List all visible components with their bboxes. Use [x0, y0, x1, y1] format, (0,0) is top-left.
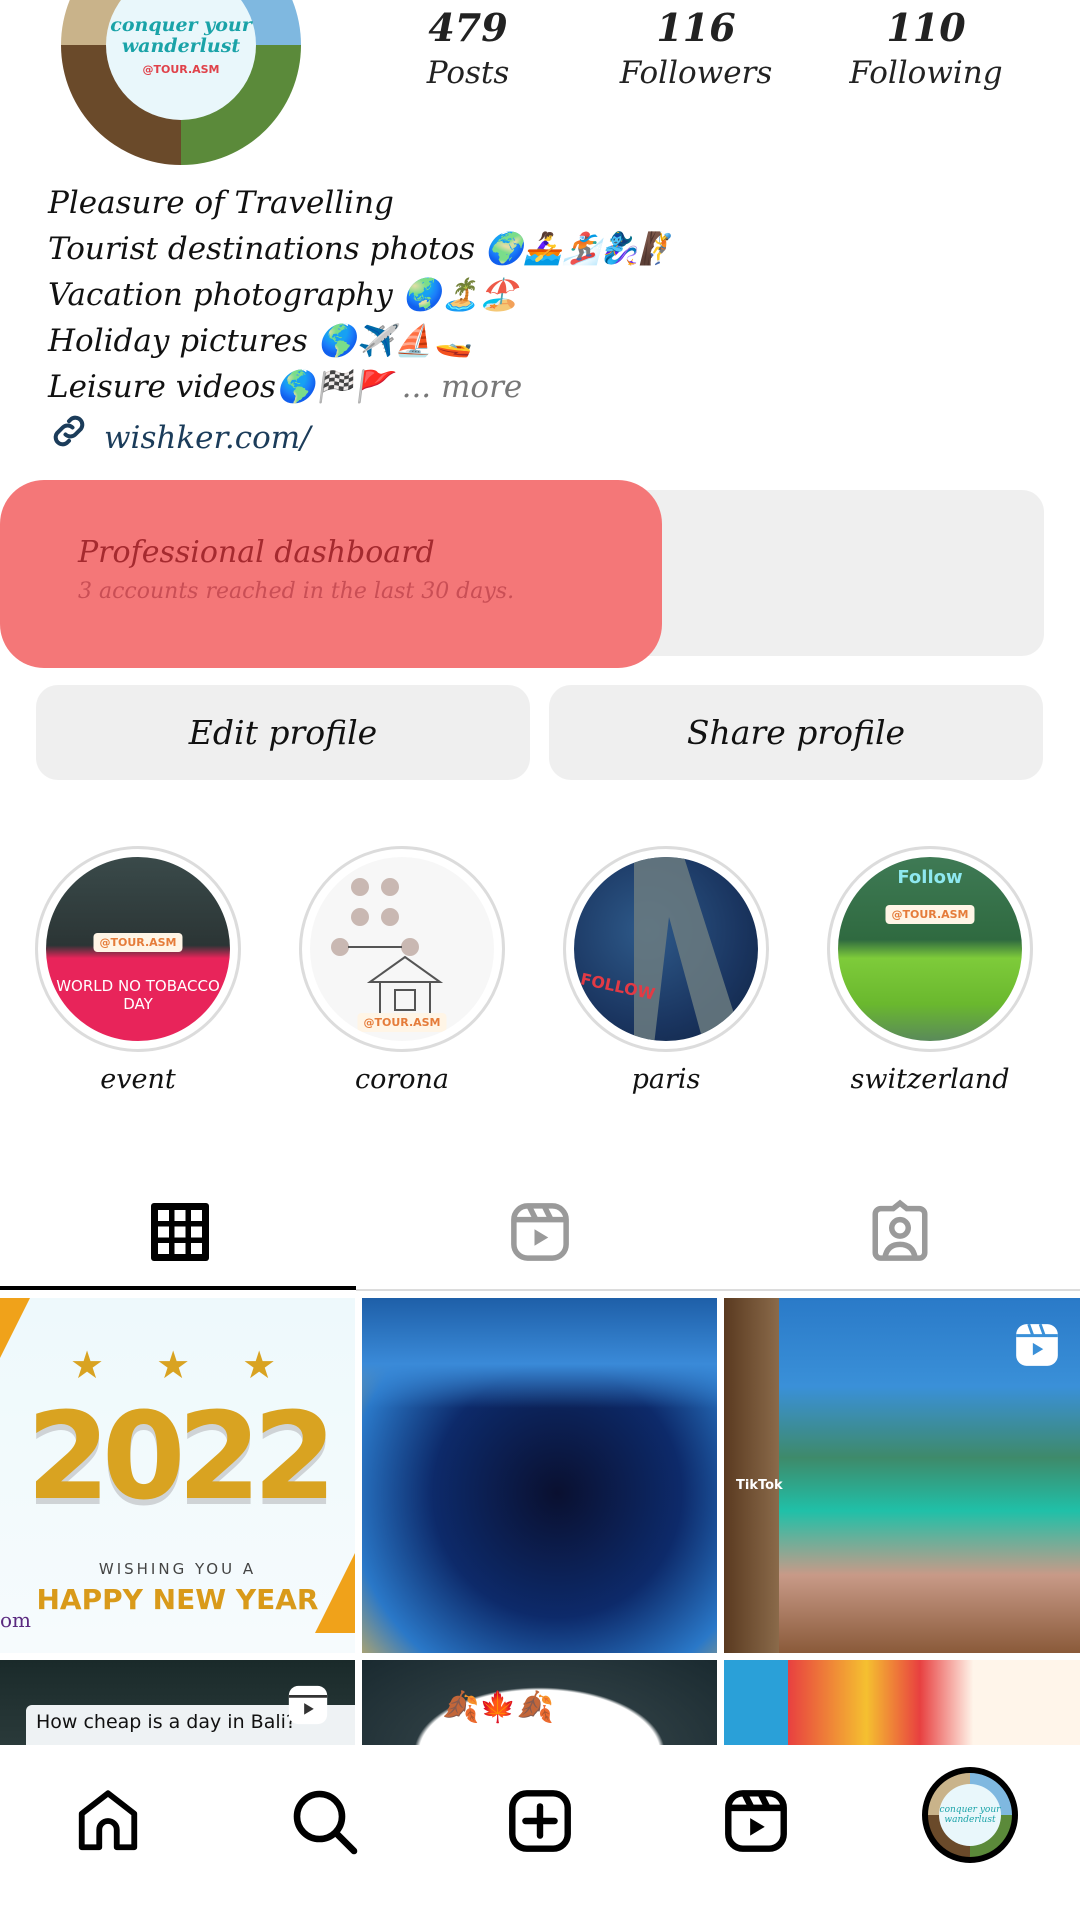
- highlight-badge: @TOUR.ASM: [93, 933, 183, 952]
- highlight-caption: WORLD NO TOBACCO DAY: [56, 977, 220, 1013]
- highlight-cover: Follow @TOUR.ASM: [838, 857, 1022, 1041]
- profile-bio: Pleasure of Travelling Tourist destinati…: [48, 180, 1048, 465]
- grid-post[interactable]: [724, 1660, 1080, 1745]
- grid-icon: [149, 1201, 211, 1267]
- bio-line: Holiday pictures 🌎✈️⛵🚤: [48, 318, 1048, 364]
- post-year-text: 2022: [26, 1388, 337, 1527]
- highlight-corona[interactable]: @TOUR.ASM corona: [297, 846, 507, 1095]
- tab-divider: [356, 1289, 1080, 1291]
- following-label: Following: [849, 55, 1003, 91]
- highlight-ring: @TOUR.ASM: [299, 846, 505, 1052]
- bio-line: Leisure videos🌎🏁🚩 ... more: [48, 364, 1048, 410]
- nav-profile[interactable]: conquer your wanderlust: [922, 1767, 1018, 1863]
- bio-text: Vacation photography: [48, 277, 403, 313]
- posts-label: Posts: [426, 55, 510, 91]
- highlight-cover: @TOUR.ASM: [310, 857, 494, 1041]
- stat-posts[interactable]: 479 Posts: [358, 4, 578, 94]
- post-subtitle: WISHING YOU A: [98, 1560, 257, 1578]
- following-count: 110: [886, 5, 966, 50]
- bio-text: Holiday pictures: [48, 323, 318, 359]
- bio-emoji: 🌍🚣‍♀️🏂🧞‍♀️🧗: [484, 231, 678, 267]
- highlight-cover: @TOUR.ASM WORLD NO TOBACCO DAY: [46, 857, 230, 1041]
- link-text[interactable]: wishker.com/: [104, 415, 311, 461]
- home-icon: [73, 1785, 143, 1861]
- grid-post[interactable]: How cheap is a day in Bali?: [0, 1660, 355, 1745]
- bio-line: Tourist destinations photos 🌍🚣‍♀️🏂🧞‍♀️🧗: [48, 226, 1048, 272]
- bio-text: Leisure videos: [48, 369, 276, 405]
- highlight-ring: FOLLOW: [563, 846, 769, 1052]
- search-icon: [288, 1785, 360, 1861]
- share-profile-button[interactable]: Share profile: [549, 685, 1043, 780]
- edit-profile-button[interactable]: Edit profile: [36, 685, 530, 780]
- dashboard-subtitle: 3 accounts reached in the last 30 days.: [78, 579, 515, 604]
- highlight-paris[interactable]: FOLLOW paris: [561, 846, 771, 1095]
- tab-tagged[interactable]: [720, 1180, 1080, 1288]
- more-link[interactable]: ... more: [402, 369, 523, 405]
- highlight-ring: Follow @TOUR.ASM: [827, 846, 1033, 1052]
- highlight-cover: FOLLOW: [574, 857, 758, 1041]
- highlight-label: event: [100, 1064, 176, 1095]
- followers-count: 116: [656, 5, 736, 50]
- grid-post[interactable]: 🍂🍁🍂: [362, 1660, 717, 1745]
- tab-posts-grid[interactable]: [0, 1180, 360, 1288]
- nav-reels[interactable]: [706, 1773, 806, 1873]
- post-overlay-text: TikTok: [736, 1478, 783, 1493]
- avatar-tag: @TOUR.ASM: [142, 62, 220, 76]
- link-icon: [48, 410, 90, 465]
- highlight-caption: Follow: [897, 867, 963, 888]
- bio-text: Tourist destinations photos: [48, 231, 485, 267]
- followers-label: Followers: [619, 55, 773, 91]
- profile-avatar-small: conquer your wanderlust: [939, 1784, 1001, 1846]
- dashboard-title: Professional dashboard: [78, 535, 435, 570]
- tagged-person-icon: [867, 1199, 933, 1269]
- active-tab-indicator: [0, 1286, 356, 1290]
- grid-post[interactable]: TikTok: [724, 1298, 1080, 1653]
- reels-icon: [721, 1786, 791, 1860]
- highlight-badge: @TOUR.ASM: [885, 905, 975, 924]
- nav-create[interactable]: [490, 1773, 590, 1873]
- highlight-label: paris: [631, 1064, 701, 1095]
- reel-badge-icon: [285, 1682, 331, 1732]
- avatar-text: conquer your wanderlust: [110, 13, 252, 57]
- nav-home[interactable]: [58, 1773, 158, 1873]
- highlight-badge: @TOUR.ASM: [357, 1013, 447, 1032]
- post-title: HAPPY NEW YEAR: [36, 1583, 319, 1616]
- grid-post[interactable]: ★★★ 2022 WISHING YOU A HAPPY NEW YEAR om: [0, 1298, 355, 1653]
- highlight-event[interactable]: @TOUR.ASM WORLD NO TOBACCO DAY event: [33, 846, 243, 1095]
- bio-text: Pleasure of Travelling: [48, 185, 394, 221]
- skyline: [362, 1298, 717, 1408]
- avatar-badge: conquer your wanderlust @TOUR.ASM: [106, 0, 256, 120]
- stat-following[interactable]: 110 Following: [816, 4, 1036, 94]
- professional-dashboard-text[interactable]: Professional dashboard 3 accounts reache…: [78, 532, 514, 610]
- post-side-text: om: [0, 1608, 32, 1632]
- highlight-ring: @TOUR.ASM WORLD NO TOBACCO DAY: [35, 846, 241, 1052]
- stat-followers[interactable]: 116 Followers: [586, 4, 806, 94]
- posts-count: 479: [428, 5, 508, 50]
- bio-emoji: 🌏🏝️🏖️: [402, 277, 519, 313]
- bio-link[interactable]: wishker.com/: [48, 410, 1048, 465]
- stars-decoration: ★★★: [70, 1343, 329, 1387]
- bio-emoji: 🌎✈️⛵🚤: [317, 323, 473, 359]
- reels-icon: [507, 1199, 573, 1269]
- leaves-decoration: 🍂🍁🍂: [442, 1690, 555, 1725]
- tab-reels[interactable]: [360, 1180, 720, 1288]
- bottom-navigation: conquer your wanderlust: [0, 1745, 1080, 1920]
- highlight-label: corona: [354, 1064, 450, 1095]
- bio-line: Vacation photography 🌏🏝️🏖️: [48, 272, 1048, 318]
- highlight-switzerland[interactable]: Follow @TOUR.ASM switzerland: [825, 846, 1035, 1095]
- profile-avatar[interactable]: conquer your wanderlust @TOUR.ASM: [61, 0, 301, 165]
- corner-decoration: [0, 1298, 30, 1358]
- plus-square-icon: [505, 1786, 575, 1860]
- bio-line: Pleasure of Travelling: [48, 180, 1048, 226]
- grid-post[interactable]: [362, 1298, 717, 1653]
- bio-emoji: 🌎🏁🚩: [275, 369, 392, 405]
- nav-search[interactable]: [274, 1773, 374, 1873]
- reel-badge-icon: [1012, 1320, 1062, 1374]
- eiffel-tower-illustration: [634, 857, 743, 1041]
- cave-edge: [724, 1298, 779, 1653]
- highlight-label: switzerland: [850, 1064, 1010, 1095]
